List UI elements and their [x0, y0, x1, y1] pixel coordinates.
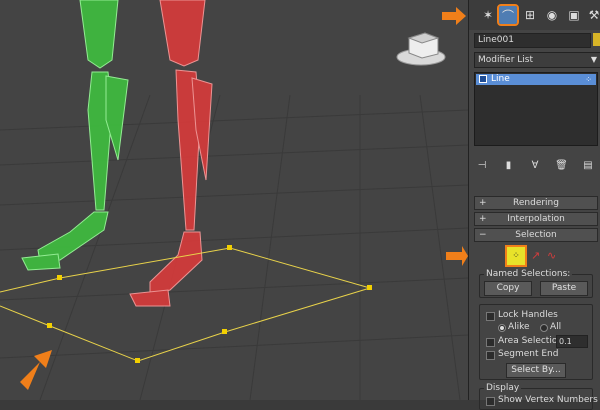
visibility-icon[interactable] [479, 74, 487, 83]
bend-icon[interactable]: ⌒ [497, 4, 519, 26]
show-vertex-numbers-checkbox[interactable] [486, 397, 495, 406]
rollout-interpolation[interactable]: + Interpolation [474, 212, 598, 226]
object-name-field[interactable]: Line001 [474, 33, 591, 48]
lock-handles-label: Lock Handles [498, 310, 558, 320]
hammer-icon[interactable]: ⚒ [585, 6, 600, 24]
named-selections-group: Named Selections: Copy Paste [479, 270, 593, 298]
hierarchy-icon[interactable]: ⊞ [521, 6, 539, 24]
rollout-rendering-label: Rendering [513, 198, 559, 208]
selection-options-group: Lock Handles Alike All Area Selection: 0… [479, 304, 593, 380]
area-selection-checkbox[interactable] [486, 338, 495, 347]
rollout-rendering[interactable]: + Rendering [474, 196, 598, 210]
orange-arrow-viewport [20, 350, 52, 390]
modifier-list-dropdown[interactable]: Modifier List ▼ [474, 52, 600, 68]
collapse-icon: − [479, 230, 487, 240]
segment-mode-icon[interactable]: ↗ [531, 249, 540, 262]
viewcube-icon [396, 32, 446, 66]
stack-toolbar: ⊣ ▮ ∀ 🗑 ▤ [474, 155, 596, 175]
perspective-viewport[interactable] [0, 0, 468, 400]
pin-stack-icon[interactable]: ⊣ [474, 160, 490, 171]
segment-end-checkbox[interactable] [486, 351, 495, 360]
select-by-button[interactable]: Select By... [506, 363, 566, 378]
modifier-stack[interactable]: Line ⁘ [474, 72, 598, 146]
modifier-list-label: Modifier List [478, 55, 533, 65]
viewport-scene [0, 0, 468, 400]
orange-arrow-vertex [446, 246, 468, 266]
copy-button[interactable]: Copy [484, 281, 532, 296]
paste-button[interactable]: Paste [540, 281, 588, 296]
expand-icon: + [479, 214, 487, 224]
show-vertex-numbers-label: Show Vertex Numbers [498, 395, 598, 405]
red-leg [129, 0, 213, 307]
object-color-swatch[interactable] [593, 33, 600, 46]
subobject-icon: ⁘ [585, 75, 592, 84]
vertex-mode-button[interactable]: ⁘ [505, 245, 527, 267]
line-vertices [47, 245, 372, 363]
spline-mode-icon[interactable]: ∿ [547, 249, 556, 262]
display-group: Display Show Vertex Numbers [479, 384, 598, 410]
make-unique-icon[interactable]: ∀ [527, 160, 543, 171]
lock-handles-checkbox[interactable] [486, 312, 495, 321]
rollout-selection[interactable]: − Selection [474, 228, 598, 242]
all-label: All [550, 322, 562, 332]
expand-icon: + [479, 198, 487, 208]
green-leg [21, 0, 129, 271]
all-radio[interactable] [540, 324, 548, 332]
alike-label: Alike [508, 322, 530, 332]
named-selections-title: Named Selections: [484, 269, 573, 279]
chevron-down-icon: ▼ [590, 55, 597, 64]
command-panel: ✶ ⌒ ⊞ ◉ ▣ ⚒ Line001 Modifier List ▼ Line… [468, 0, 600, 410]
configure-sets-icon[interactable]: ▤ [580, 160, 596, 171]
subobject-level-buttons: ⁘ ↗ ∿ [505, 245, 565, 269]
display-icon[interactable]: ▣ [565, 6, 583, 24]
show-end-result-icon[interactable]: ▮ [501, 160, 517, 171]
rollout-interpolation-label: Interpolation [507, 214, 565, 224]
remove-modifier-icon[interactable]: 🗑 [554, 160, 570, 171]
area-selection-spinner[interactable]: 0.1 [556, 335, 588, 348]
pointer-icon[interactable]: ✶ [479, 6, 497, 24]
command-panel-tabs: ✶ ⌒ ⊞ ◉ ▣ ⚒ [469, 0, 600, 30]
display-title: Display [484, 383, 522, 393]
stack-item-label: Line [491, 74, 510, 84]
rollout-selection-label: Selection [515, 230, 557, 240]
motion-icon[interactable]: ◉ [543, 6, 561, 24]
stack-item-line[interactable]: Line ⁘ [476, 74, 596, 85]
orange-arrow-tabs [442, 7, 466, 25]
alike-radio[interactable] [498, 324, 506, 332]
segment-end-label: Segment End [498, 349, 559, 359]
